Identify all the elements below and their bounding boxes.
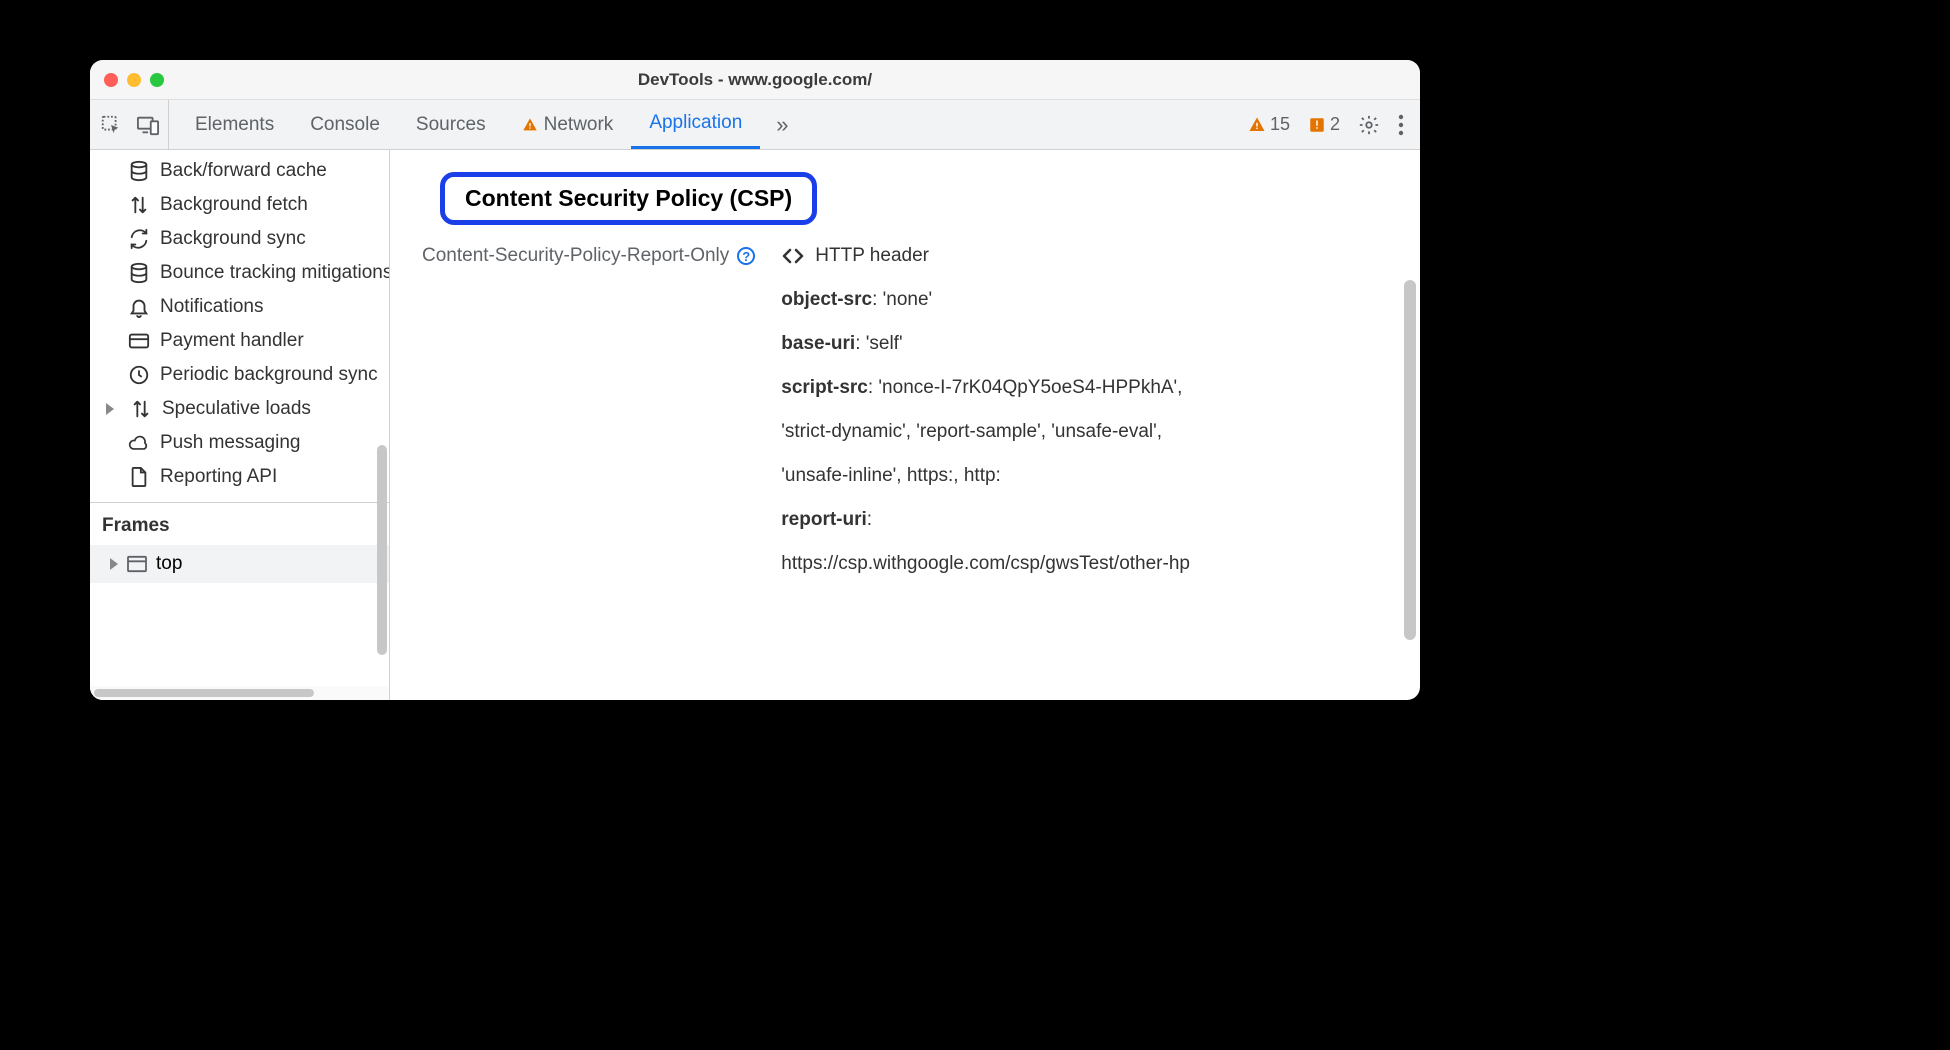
csp-directive: base-uri: 'self' bbox=[781, 333, 1392, 355]
sidebar-item-label: Background fetch bbox=[160, 194, 308, 216]
help-icon[interactable]: ? bbox=[737, 247, 755, 265]
tab-application[interactable]: Application bbox=[631, 100, 760, 149]
sidebar-item-payment-handler[interactable]: Payment handler bbox=[90, 324, 389, 358]
directive-key: base-uri bbox=[781, 333, 855, 354]
card-icon bbox=[128, 330, 150, 352]
settings-icon[interactable] bbox=[1358, 114, 1380, 136]
tab-network[interactable]: Network bbox=[504, 100, 632, 149]
sidebar-item-label: Periodic background sync bbox=[160, 364, 378, 386]
sidebar-item-background-sync[interactable]: Background sync bbox=[90, 222, 389, 256]
zoom-window-button[interactable] bbox=[150, 73, 164, 87]
window-title: DevTools - www.google.com/ bbox=[638, 70, 872, 90]
more-menu-icon[interactable] bbox=[1398, 114, 1404, 136]
tab-elements[interactable]: Elements bbox=[177, 100, 292, 149]
sidebar-item-label: Reporting API bbox=[160, 466, 277, 488]
sidebar-vertical-scrollbar[interactable] bbox=[377, 445, 387, 655]
directive-value: : 'none' bbox=[872, 289, 932, 310]
frame-label: top bbox=[156, 553, 182, 575]
source-label: HTTP header bbox=[815, 245, 929, 267]
close-window-button[interactable] bbox=[104, 73, 118, 87]
cloud-icon bbox=[128, 432, 150, 454]
code-icon bbox=[781, 247, 805, 265]
frame-top-item[interactable]: top bbox=[90, 545, 389, 583]
warnings-badge[interactable]: 15 bbox=[1248, 114, 1290, 135]
tab-sources[interactable]: Sources bbox=[398, 100, 504, 149]
sidebar-item-reporting-api[interactable]: Reporting API bbox=[90, 460, 389, 494]
directive-value: : 'nonce-I-7rK04QpY5oeS4-HPPkhA', bbox=[868, 377, 1183, 398]
sidebar-item-label: Speculative loads bbox=[162, 398, 311, 420]
inspect-icon[interactable] bbox=[100, 114, 122, 136]
directive-value: : bbox=[867, 509, 872, 530]
csp-heading-highlight: Content Security Policy (CSP) bbox=[440, 172, 817, 225]
tab-label: Elements bbox=[195, 114, 274, 136]
sidebar-item-label: Bounce tracking mitigations bbox=[160, 262, 389, 284]
tab-label: Application bbox=[649, 112, 742, 134]
sidebar-item-background-fetch[interactable]: Background fetch bbox=[90, 188, 389, 222]
disclosure-triangle-icon[interactable] bbox=[106, 403, 114, 415]
devtools-window: DevTools - www.google.com/ Elements Conso… bbox=[90, 60, 1420, 700]
csp-heading: Content Security Policy (CSP) bbox=[465, 185, 792, 212]
csp-directive: 'strict-dynamic', 'report-sample', 'unsa… bbox=[781, 421, 1392, 443]
content-area: Back/forward cache Background fetch Backgr… bbox=[90, 150, 1420, 700]
file-icon bbox=[128, 466, 150, 488]
sidebar: Back/forward cache Background fetch Backgr… bbox=[90, 150, 390, 700]
sidebar-item-label: Back/forward cache bbox=[160, 160, 327, 182]
issues-badge[interactable]: 2 bbox=[1308, 114, 1340, 135]
directive-key: object-src bbox=[781, 289, 872, 310]
tab-label: Console bbox=[310, 114, 380, 136]
sidebar-item-label: Notifications bbox=[160, 296, 264, 318]
sidebar-item-back-forward-cache[interactable]: Back/forward cache bbox=[90, 154, 389, 188]
traffic-lights bbox=[104, 73, 164, 87]
bell-icon bbox=[128, 296, 150, 318]
updown-icon bbox=[130, 398, 152, 420]
tabs: Elements Console Sources Network Application bbox=[177, 100, 760, 149]
sidebar-item-push-messaging[interactable]: Push messaging bbox=[90, 426, 389, 460]
sidebar-item-periodic-background-sync[interactable]: Periodic background sync bbox=[90, 358, 389, 392]
csp-directive: report-uri: bbox=[781, 509, 1392, 531]
csp-directive: script-src: 'nonce-I-7rK04QpY5oeS4-HPPkh… bbox=[781, 377, 1392, 399]
directive-value: : 'self' bbox=[855, 333, 902, 354]
csp-directive: object-src: 'none' bbox=[781, 289, 1392, 311]
sidebar-item-bounce-tracking-mitigations[interactable]: Bounce tracking mitigations bbox=[90, 256, 389, 290]
sidebar-item-label: Payment handler bbox=[160, 330, 304, 352]
frames-header: Frames bbox=[90, 502, 389, 545]
titlebar: DevTools - www.google.com/ bbox=[90, 60, 1420, 100]
sidebar-horizontal-scrollbar[interactable] bbox=[90, 686, 389, 700]
sidebar-item-speculative-loads[interactable]: Speculative loads bbox=[90, 392, 389, 426]
tab-label: Network bbox=[544, 114, 614, 136]
updown-icon bbox=[128, 194, 150, 216]
csp-directive: https://csp.withgoogle.com/csp/gwsTest/o… bbox=[781, 553, 1392, 575]
window-icon bbox=[126, 555, 148, 573]
minimize-window-button[interactable] bbox=[127, 73, 141, 87]
database-icon bbox=[128, 262, 150, 284]
main-panel: Content Security Policy (CSP) Content-Se… bbox=[390, 150, 1420, 700]
main-vertical-scrollbar[interactable] bbox=[1404, 280, 1416, 640]
more-tabs-button[interactable]: » bbox=[768, 112, 796, 138]
device-toggle-icon[interactable] bbox=[136, 114, 160, 136]
policy-name: Content-Security-Policy-Report-Only bbox=[422, 245, 729, 267]
directive-key: script-src bbox=[781, 377, 868, 398]
directive-value: https://csp.withgoogle.com/csp/gwsTest/o… bbox=[781, 553, 1190, 574]
directive-value: 'strict-dynamic', 'report-sample', 'unsa… bbox=[781, 421, 1162, 442]
csp-directive: 'unsafe-inline', https:, http: bbox=[781, 465, 1392, 487]
sync-icon bbox=[128, 228, 150, 250]
sidebar-item-label: Background sync bbox=[160, 228, 306, 250]
tab-label: Sources bbox=[416, 114, 486, 136]
directive-value: 'unsafe-inline', https:, http: bbox=[781, 465, 1001, 486]
clock-icon bbox=[128, 364, 150, 386]
issues-count: 2 bbox=[1330, 114, 1340, 135]
devtools-toolbar: Elements Console Sources Network Application… bbox=[90, 100, 1420, 150]
directive-key: report-uri bbox=[781, 509, 867, 530]
sidebar-item-label: Push messaging bbox=[160, 432, 300, 454]
database-icon bbox=[128, 160, 150, 182]
tab-console[interactable]: Console bbox=[292, 100, 398, 149]
warnings-count: 15 bbox=[1270, 114, 1290, 135]
disclosure-triangle-icon[interactable] bbox=[110, 558, 118, 570]
sidebar-item-notifications[interactable]: Notifications bbox=[90, 290, 389, 324]
